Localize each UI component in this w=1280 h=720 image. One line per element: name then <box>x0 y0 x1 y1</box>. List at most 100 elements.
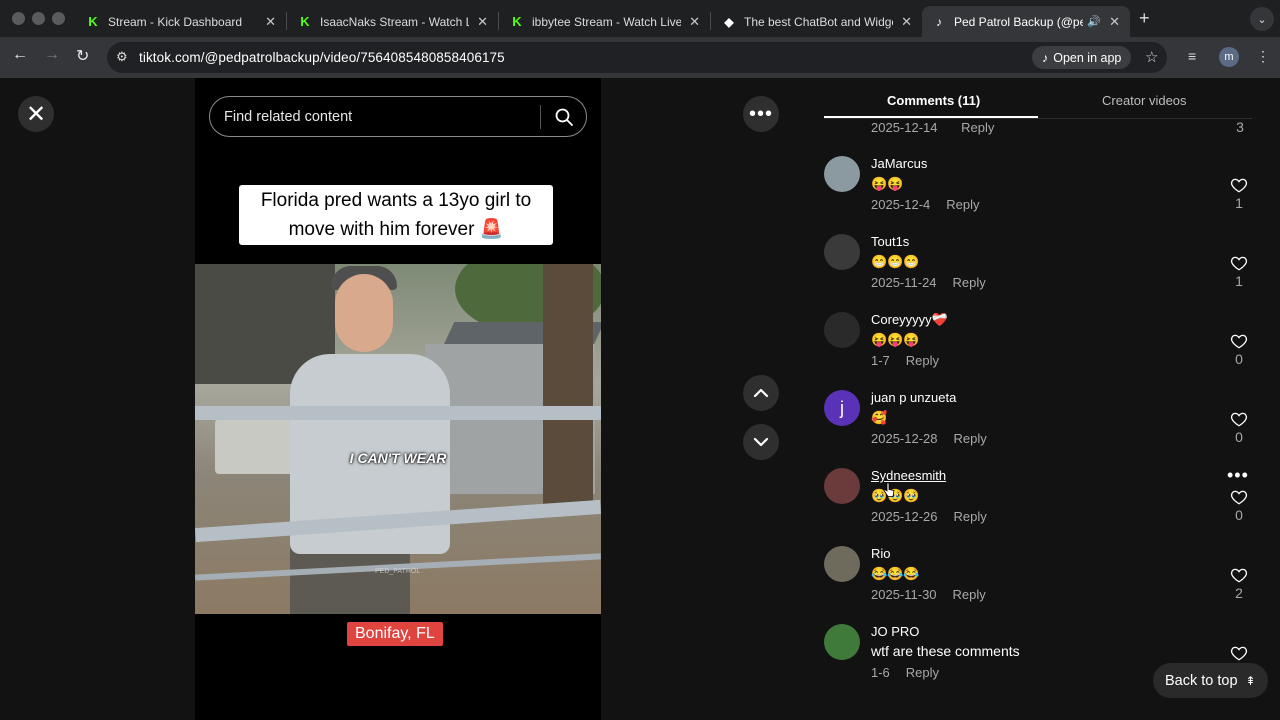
browser-toolbar: ← → ↻ ⚙ tiktok.com/@pedpatrolbackup/vide… <box>0 37 1280 78</box>
reply-link[interactable]: Reply <box>946 197 979 212</box>
tab-title: ibbytee Stream - Watch Live <box>532 14 682 29</box>
tab-search-icon[interactable]: ⌄ <box>1250 7 1274 31</box>
avatar[interactable] <box>824 624 860 660</box>
list-item: j juan p unzueta 🥰 2025-12-28 Reply 0 <box>824 390 1254 468</box>
heart-icon[interactable] <box>1230 254 1248 272</box>
reply-link[interactable]: Reply <box>953 587 986 602</box>
comment-author[interactable]: Rio <box>871 546 891 561</box>
close-icon[interactable]: ✕ <box>477 14 488 30</box>
reply-link[interactable]: Reply <box>953 275 986 290</box>
comment-date: 2025-11-24 <box>871 275 937 290</box>
video-caption: Florida pred wants a 13yo girl to move w… <box>239 185 553 245</box>
tab-title: Ped Patrol Backup (@pedp <box>954 14 1084 29</box>
comment-text: 😁😁😁 <box>871 254 920 269</box>
reply-link[interactable]: Reply <box>954 431 987 446</box>
back-to-top-button[interactable]: Back to top ⇞ <box>1153 663 1268 698</box>
comment-author[interactable]: Tout1s <box>871 234 909 249</box>
search-input[interactable]: Find related content <box>209 96 587 137</box>
avatar[interactable] <box>824 312 860 348</box>
close-icon[interactable]: ✕ <box>689 14 700 30</box>
comment-date: 2025-12-4 <box>871 197 931 212</box>
reply-link[interactable]: Reply <box>961 120 994 135</box>
close-icon[interactable]: ✕ <box>1109 14 1120 30</box>
avatar[interactable] <box>824 546 860 582</box>
url-text[interactable]: tiktok.com/@pedpatrolbackup/video/756408… <box>139 50 505 65</box>
close-video-button[interactable]: ✕ <box>18 96 54 132</box>
heart-icon[interactable] <box>1230 488 1248 506</box>
heart-icon[interactable] <box>1230 332 1248 350</box>
site-settings-icon[interactable]: ⚙ <box>116 49 128 65</box>
avatar[interactable] <box>824 156 860 192</box>
browser-tab-active[interactable]: ♪ Ped Patrol Backup (@pedp 🔊 ✕ <box>922 6 1130 37</box>
open-in-app-button[interactable]: ♪ Open in app <box>1032 46 1132 69</box>
window-close-dot[interactable] <box>12 12 25 25</box>
window-zoom-dot[interactable] <box>52 12 65 25</box>
comment-author[interactable]: juan p unzueta <box>871 390 956 405</box>
tab-comments[interactable]: Comments (11) <box>887 93 980 108</box>
reply-link[interactable]: Reply <box>954 509 987 524</box>
reply-link[interactable]: Reply <box>906 353 939 368</box>
kick-icon: K <box>300 14 310 29</box>
comment-text: 🥰 <box>871 410 888 425</box>
address-bar[interactable]: ⚙ tiktok.com/@pedpatrolbackup/video/7564… <box>107 42 1167 73</box>
search-icon[interactable] <box>554 107 574 127</box>
close-icon[interactable]: ✕ <box>265 14 276 30</box>
more-options-button[interactable]: ••• <box>743 96 779 132</box>
reload-icon[interactable]: ↻ <box>76 46 89 66</box>
comment-author[interactable]: Sydneesmith <box>871 468 946 483</box>
browser-tab[interactable]: K Stream - Kick Dashboard ✕ <box>76 6 286 37</box>
heart-icon[interactable] <box>1230 566 1248 584</box>
heart-icon[interactable] <box>1230 644 1248 662</box>
comment-date: 2025-11-30 <box>871 587 937 602</box>
kick-icon: K <box>512 14 522 29</box>
comment-date: 2025-12-26 <box>871 509 938 524</box>
back-arrow-icon[interactable]: ← <box>12 46 28 64</box>
avatar[interactable] <box>824 468 860 504</box>
close-icon[interactable]: ✕ <box>901 14 912 30</box>
list-item: Tout1s 😁😁😁 2025-11-24 Reply 1 <box>824 234 1254 312</box>
more-dots-icon: ••• <box>748 102 773 125</box>
heart-icon[interactable] <box>1230 410 1248 428</box>
comment-text: wtf are these comments <box>871 643 1020 659</box>
tiktok-icon: ♪ <box>1042 50 1049 65</box>
avatar-initial: j <box>840 397 844 418</box>
diamond-icon: ◆ <box>724 14 734 29</box>
tab-creator-videos[interactable]: Creator videos <box>1102 93 1187 108</box>
video-player[interactable]: Find related content Florida pred wants … <box>195 78 601 720</box>
chevron-down-icon <box>753 437 769 447</box>
forward-arrow-icon[interactable]: → <box>44 46 60 64</box>
comments-panel: Comments (11) Creator videos 2025-12-14 … <box>796 78 1280 720</box>
comment-more-icon[interactable]: ••• <box>1227 466 1249 484</box>
comment-text: 😝😝😝 <box>871 332 920 347</box>
comment-author[interactable]: JaMarcus <box>871 156 927 171</box>
kebab-menu-icon[interactable]: ⋮ <box>1256 48 1270 65</box>
next-video-button[interactable] <box>743 424 779 460</box>
browser-tab[interactable]: K ibbytee Stream - Watch Live ✕ <box>500 6 710 37</box>
comment-text: 🥹🥹🥹 <box>871 488 920 503</box>
tab-title: The best ChatBot and Widget <box>744 14 894 29</box>
avatar[interactable]: m <box>1219 47 1239 67</box>
comment-date: 1-6 <box>871 665 890 680</box>
reply-link[interactable]: Reply <box>906 665 939 680</box>
open-in-app-label: Open in app <box>1053 50 1122 65</box>
window-minimize-dot[interactable] <box>32 12 45 25</box>
previous-video-button[interactable] <box>743 375 779 411</box>
comment-text: 😝😝 <box>871 176 904 191</box>
avatar[interactable]: j <box>824 390 860 426</box>
new-tab-button[interactable]: + <box>1139 8 1150 29</box>
browser-tab[interactable]: ◆ The best ChatBot and Widget ✕ <box>712 6 922 37</box>
like-count: 0 <box>1235 351 1243 367</box>
panel-tabs: Comments (11) Creator videos <box>824 78 1252 119</box>
profile-initial: m <box>1224 51 1234 63</box>
chevron-up-icon <box>753 388 769 398</box>
comment-author[interactable]: Coreyyyyy❤️‍🩹 <box>871 312 948 328</box>
media-queue-icon[interactable]: ≡ <box>1188 48 1196 64</box>
comment-author[interactable]: JO PRO <box>871 624 919 639</box>
speaker-icon[interactable]: 🔊 <box>1087 15 1101 28</box>
avatar[interactable] <box>824 234 860 270</box>
heart-icon[interactable] <box>1230 176 1248 194</box>
comment-date: 1-7 <box>871 353 890 368</box>
bookmark-star-icon[interactable]: ☆ <box>1145 48 1158 66</box>
browser-tab[interactable]: K IsaacNaks Stream - Watch Live ✕ <box>288 6 498 37</box>
like-count: 1 <box>1235 273 1243 289</box>
